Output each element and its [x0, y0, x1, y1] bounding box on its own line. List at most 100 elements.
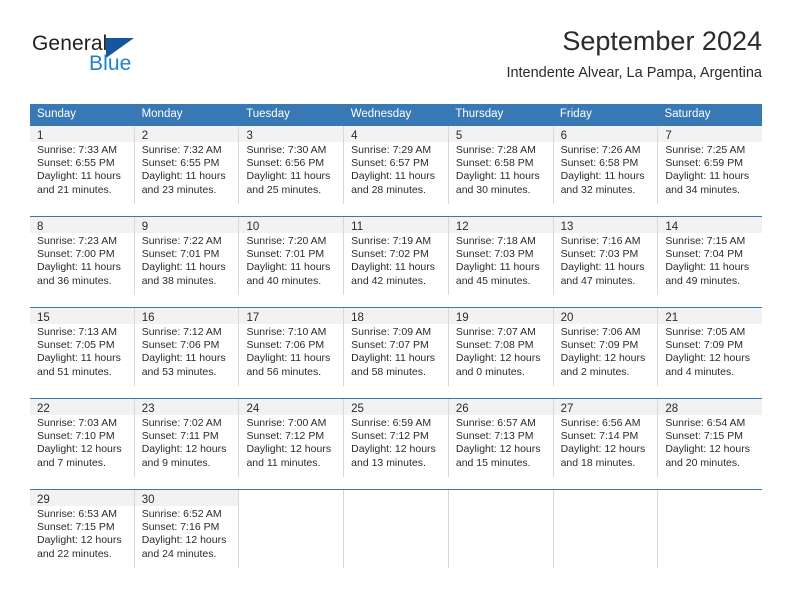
day-number: 12: [455, 221, 469, 233]
calendar-day-cell[interactable]: 2 Sunrise: 7:32 AM Sunset: 6:55 PM Daylight…: [134, 126, 240, 204]
calendar-day-cell[interactable]: 6 Sunrise: 7:26 AM Sunset: 6:58 PM Daylight…: [553, 126, 659, 204]
day-details: Sunrise: 7:25 AM Sunset: 6:59 PM Daylight:…: [658, 142, 762, 197]
day-number-band: 4: [344, 126, 448, 142]
daylight-text-line1: Daylight: 11 hours: [37, 170, 121, 183]
location-subtitle: Intendente Alvear, La Pampa, Argentina: [506, 65, 762, 81]
sunset-text: Sunset: 7:08 PM: [455, 339, 534, 352]
daylight-text-line1: Daylight: 12 hours: [141, 443, 227, 456]
calendar-day-cell[interactable]: 16 Sunrise: 7:12 AM Sunset: 7:06 PM Dayligh…: [134, 308, 240, 386]
daylight-text-line2: and 13 minutes.: [351, 456, 426, 469]
calendar-day-cell[interactable]: 20 Sunrise: 7:06 AM Sunset: 7:09 PM Dayligh…: [553, 308, 659, 386]
day-number: 26: [455, 403, 469, 415]
calendar-day-cell[interactable]: 15 Sunrise: 7:13 AM Sunset: 7:05 PM Dayligh…: [30, 308, 135, 386]
calendar-day-cell[interactable]: 18 Sunrise: 7:09 AM Sunset: 7:07 PM Dayligh…: [344, 308, 449, 386]
calendar-day-cell[interactable]: 19 Sunrise: 7:07 AM Sunset: 7:08 PM Dayligh…: [448, 308, 554, 386]
day-number: 8: [37, 221, 44, 233]
calendar-day-cell[interactable]: 1 Sunrise: 7:33 AM Sunset: 6:55 PM Daylight…: [30, 126, 135, 204]
daylight-text-line2: and 51 minutes.: [37, 365, 112, 378]
day-details: Sunrise: 7:19 AM Sunset: 7:02 PM Daylight:…: [344, 233, 448, 288]
day-number-band: 17: [239, 308, 344, 324]
day-number-band: 12: [448, 217, 553, 233]
sunset-text: Sunset: 7:01 PM: [141, 248, 220, 261]
day-number-band: 2: [134, 126, 239, 142]
calendar-day-cell[interactable]: 24 Sunrise: 7:00 AM Sunset: 7:12 PM Dayligh…: [239, 399, 345, 477]
day-number: 2: [141, 130, 149, 142]
day-number-band: 26: [448, 399, 553, 415]
weekday-header-thursday: Thursday: [455, 108, 504, 120]
sunrise-text: Sunrise: 7:02 AM: [141, 417, 222, 429]
calendar-day-cell[interactable]: 3 Sunrise: 7:30 AM Sunset: 6:56 PM Daylight…: [239, 126, 345, 204]
calendar-day-cell[interactable]: 25 Sunrise: 6:59 AM Sunset: 7:12 PM Dayligh…: [344, 399, 449, 477]
day-details: Sunrise: 6:56 AM Sunset: 7:14 PM Daylight:…: [554, 415, 658, 470]
day-number-band: 16: [134, 308, 239, 324]
calendar-day-cell[interactable]: 26 Sunrise: 6:57 AM Sunset: 7:13 PM Dayligh…: [448, 399, 554, 477]
calendar-day-cell[interactable]: 14 Sunrise: 7:15 AM Sunset: 7:04 PM Dayligh…: [658, 217, 763, 295]
daylight-text-line2: and 25 minutes.: [246, 183, 322, 196]
sunrise-text: Sunrise: 7:32 AM: [141, 144, 222, 156]
day-details: Sunrise: 7:15 AM Sunset: 7:04 PM Daylight:…: [658, 233, 762, 288]
daylight-text-line1: Daylight: 11 hours: [665, 170, 750, 183]
day-number-band: 22: [30, 399, 134, 415]
day-number-band: 10: [239, 217, 344, 233]
calendar-day-cell[interactable]: 29 Sunrise: 6:53 AM Sunset: 7:15 PM Dayligh…: [30, 490, 135, 568]
sunrise-text: Sunrise: 7:28 AM: [455, 144, 536, 156]
sunrise-text: Sunrise: 7:26 AM: [560, 144, 641, 156]
day-number: 5: [455, 130, 463, 142]
sunset-text: Sunset: 7:03 PM: [560, 248, 639, 261]
title-block: September 2024 Intendente Alvear, La Pam…: [506, 24, 762, 84]
sunset-text: Sunset: 7:12 PM: [246, 430, 325, 443]
calendar-day-cell[interactable]: 13 Sunrise: 7:16 AM Sunset: 7:03 PM Dayligh…: [553, 217, 659, 295]
sunrise-text: Sunrise: 7:13 AM: [37, 326, 117, 338]
calendar-day-cell[interactable]: 17 Sunrise: 7:10 AM Sunset: 7:06 PM Dayligh…: [239, 308, 345, 386]
calendar-day-cell[interactable]: 30 Sunrise: 6:52 AM Sunset: 7:16 PM Dayligh…: [134, 490, 240, 568]
calendar-day-cell[interactable]: 22 Sunrise: 7:03 AM Sunset: 7:10 PM Dayligh…: [30, 399, 135, 477]
sunset-text: Sunset: 7:02 PM: [351, 248, 429, 261]
day-number: 1: [37, 130, 44, 142]
day-number: 27: [560, 403, 574, 415]
calendar-day-cell[interactable]: 8 Sunrise: 7:23 AM Sunset: 7:00 PM Daylight…: [30, 217, 135, 295]
calendar-day-cell[interactable]: 9 Sunrise: 7:22 AM Sunset: 7:01 PM Daylight…: [134, 217, 240, 295]
sunrise-text: Sunrise: 6:54 AM: [665, 417, 746, 429]
calendar-day-cell[interactable]: 4 Sunrise: 7:29 AM Sunset: 6:57 PM Daylight…: [344, 126, 449, 204]
daylight-text-line1: Daylight: 11 hours: [560, 170, 645, 183]
daylight-text-line1: Daylight: 11 hours: [665, 261, 750, 274]
calendar-day-cell[interactable]: 5 Sunrise: 7:28 AM Sunset: 6:58 PM Daylight…: [448, 126, 554, 204]
calendar-day-cell[interactable]: 10 Sunrise: 7:20 AM Sunset: 7:01 PM Dayligh…: [239, 217, 345, 295]
sunrise-text: Sunrise: 7:33 AM: [37, 144, 117, 156]
general-blue-logo[interactable]: General Blue: [30, 32, 170, 84]
sunset-text: Sunset: 7:07 PM: [351, 339, 429, 352]
sunset-text: Sunset: 7:15 PM: [37, 521, 115, 534]
daylight-text-line1: Daylight: 11 hours: [455, 261, 540, 274]
calendar-day-cell[interactable]: 28 Sunrise: 6:54 AM Sunset: 7:15 PM Dayligh…: [658, 399, 763, 477]
sunset-text: Sunset: 7:03 PM: [455, 248, 534, 261]
day-number: 20: [560, 312, 574, 324]
day-number: 14: [665, 221, 679, 233]
day-details: Sunrise: 7:05 AM Sunset: 7:09 PM Daylight:…: [658, 324, 762, 379]
sunrise-text: Sunrise: 7:30 AM: [246, 144, 327, 156]
calendar-day-cell[interactable]: 12 Sunrise: 7:18 AM Sunset: 7:03 PM Dayligh…: [448, 217, 554, 295]
calendar-week-row: 1 Sunrise: 7:33 AM Sunset: 6:55 PM Daylight…: [30, 125, 763, 204]
calendar-day-cell[interactable]: 11 Sunrise: 7:19 AM Sunset: 7:02 PM Dayligh…: [344, 217, 449, 295]
calendar-day-cell[interactable]: 23 Sunrise: 7:02 AM Sunset: 7:11 PM Dayligh…: [134, 399, 240, 477]
sunset-text: Sunset: 6:58 PM: [560, 157, 639, 170]
sunset-text: Sunset: 6:55 PM: [37, 157, 115, 170]
day-number-band: 8: [30, 217, 134, 233]
calendar-day-cell[interactable]: 21 Sunrise: 7:05 AM Sunset: 7:09 PM Dayligh…: [658, 308, 763, 386]
sunrise-text: Sunrise: 7:06 AM: [560, 326, 641, 338]
day-number-band: 19: [448, 308, 553, 324]
daylight-text-line1: Daylight: 11 hours: [351, 170, 436, 183]
daylight-text-line1: Daylight: 11 hours: [351, 352, 436, 365]
sunrise-text: Sunrise: 7:03 AM: [37, 417, 117, 429]
day-number-band: 29: [30, 490, 134, 506]
calendar-day-cell-empty: [553, 490, 659, 568]
calendar-day-cell[interactable]: 27 Sunrise: 6:56 AM Sunset: 7:14 PM Dayligh…: [553, 399, 659, 477]
daylight-text-line2: and 22 minutes.: [37, 547, 112, 560]
sunset-text: Sunset: 7:09 PM: [560, 339, 639, 352]
daylight-text-line2: and 56 minutes.: [246, 365, 322, 378]
daylight-text-line1: Daylight: 12 hours: [665, 443, 750, 456]
daylight-text-line2: and 38 minutes.: [141, 274, 217, 287]
day-number-band: 27: [553, 399, 658, 415]
sunset-text: Sunset: 6:55 PM: [141, 157, 220, 170]
day-details: Sunrise: 6:52 AM Sunset: 7:16 PM Daylight:…: [135, 506, 239, 561]
calendar-day-cell[interactable]: 7 Sunrise: 7:25 AM Sunset: 6:59 PM Daylight…: [658, 126, 763, 204]
